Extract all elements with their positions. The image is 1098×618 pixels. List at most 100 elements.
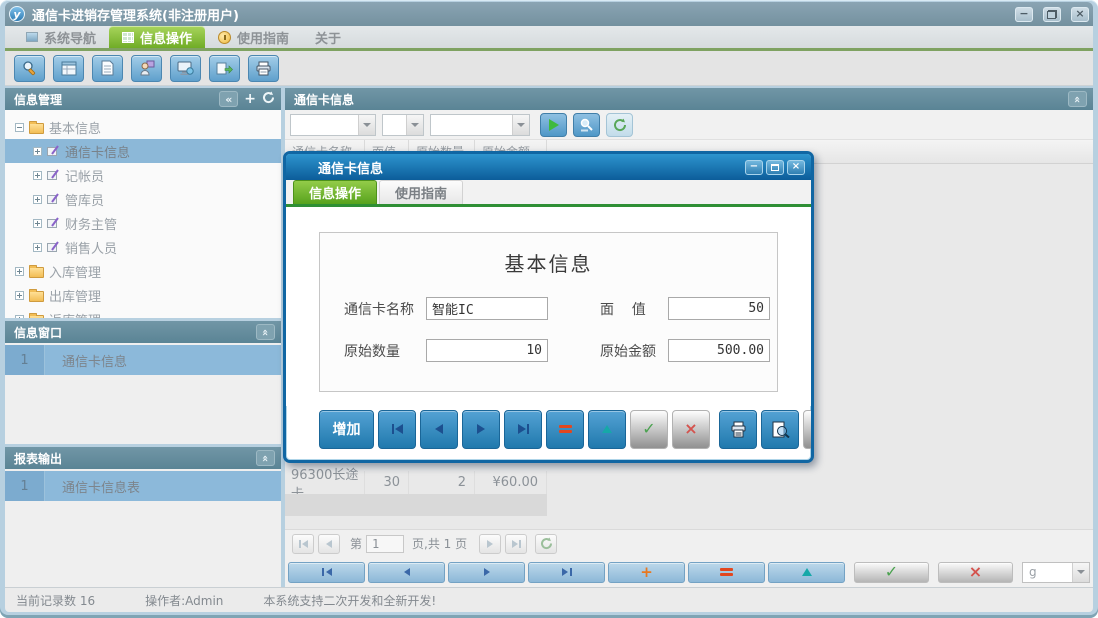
- expand-node-icon[interactable]: [33, 219, 42, 228]
- expand-node-icon[interactable]: [33, 243, 42, 252]
- confirm-button[interactable]: ✓: [854, 562, 929, 583]
- last-record-button[interactable]: [528, 562, 605, 583]
- table-row[interactable]: 96300长途卡 30 2 ¥60.00: [285, 471, 1093, 494]
- printer-icon: [255, 61, 272, 76]
- list-item[interactable]: 1 通信卡信息表: [5, 471, 281, 501]
- tree-item-basic-info[interactable]: 基本信息: [5, 115, 281, 139]
- original-amount-input[interactable]: [668, 339, 770, 362]
- collapse-left-icon[interactable]: «: [219, 91, 238, 107]
- print-preview-button[interactable]: [761, 410, 799, 449]
- document-tool-button[interactable]: [92, 55, 123, 82]
- tree-item-finance-director[interactable]: 财务主管: [5, 211, 281, 235]
- last-record-button[interactable]: [504, 410, 542, 449]
- card-info-dialog: 通信卡信息 − × 信息操作 使用指南 基本信息 通信卡名称 面 值 原始数量 …: [283, 151, 814, 463]
- run-query-button[interactable]: [540, 113, 567, 137]
- tree-item-outbound-mgmt[interactable]: 出库管理: [5, 283, 281, 307]
- dialog-tab-user-guide[interactable]: 使用指南: [379, 180, 463, 204]
- form-icon: [61, 61, 77, 76]
- left-sidebar: 信息管理 « + 基本信息: [5, 88, 281, 587]
- add-record-button[interactable]: +: [608, 562, 685, 583]
- tree-item-return-mgmt[interactable]: 返库管理: [5, 307, 281, 318]
- reload-page-button[interactable]: [535, 534, 557, 554]
- expand-node-icon[interactable]: [15, 315, 24, 319]
- tree-item-inbound-mgmt[interactable]: 入库管理: [5, 259, 281, 283]
- filter-value-select[interactable]: [430, 114, 530, 136]
- next-record-button[interactable]: [448, 562, 525, 583]
- filter-field-select[interactable]: [290, 114, 376, 136]
- user-tool-button[interactable]: [131, 55, 162, 82]
- edit-record-button[interactable]: [768, 562, 845, 583]
- tree-item-card-info[interactable]: 通信卡信息: [5, 139, 281, 163]
- tree-item-warehouse-keeper[interactable]: 管库员: [5, 187, 281, 211]
- execute-button[interactable]: [803, 410, 814, 449]
- filter-operator-select[interactable]: [382, 114, 424, 136]
- cell-card-name: 96300长途卡: [285, 471, 365, 494]
- dialog-minimize-button[interactable]: −: [745, 160, 763, 175]
- export-tool-button[interactable]: [209, 55, 240, 82]
- collapse-panel-icon[interactable]: «: [1068, 91, 1087, 107]
- tab-user-guide[interactable]: 使用指南: [205, 26, 302, 48]
- last-page-button[interactable]: [505, 534, 527, 554]
- search-button[interactable]: [573, 113, 600, 137]
- card-name-input[interactable]: [426, 297, 548, 320]
- list-item[interactable]: 1 通信卡信息: [5, 345, 281, 375]
- page-label: 第: [350, 535, 362, 552]
- footer-dropdown[interactable]: g: [1022, 562, 1090, 583]
- edit-record-button[interactable]: [588, 410, 626, 449]
- cancel-button[interactable]: ×: [938, 562, 1013, 583]
- expand-node-icon[interactable]: [33, 147, 42, 156]
- tab-about[interactable]: 关于: [302, 26, 354, 48]
- dialog-close-button[interactable]: ×: [787, 160, 805, 175]
- form-tool-button[interactable]: [53, 55, 84, 82]
- next-record-button[interactable]: [462, 410, 500, 449]
- monitor-tool-button[interactable]: [170, 55, 201, 82]
- expand-node-icon[interactable]: [33, 171, 42, 180]
- refresh-button[interactable]: [606, 113, 633, 137]
- face-value-input[interactable]: [668, 297, 770, 320]
- restore-button[interactable]: [1043, 7, 1061, 22]
- cancel-button[interactable]: ×: [672, 410, 710, 449]
- prev-page-button[interactable]: [318, 534, 340, 554]
- save-button[interactable]: ✓: [630, 410, 668, 449]
- collapse-panel-icon[interactable]: «: [256, 324, 275, 340]
- prev-record-button[interactable]: [420, 410, 458, 449]
- first-page-button[interactable]: [292, 534, 314, 554]
- selected-empty-row[interactable]: [285, 494, 547, 516]
- x-icon: ×: [969, 564, 982, 580]
- collapse-panel-icon[interactable]: «: [256, 450, 275, 466]
- printer-tool-button[interactable]: [248, 55, 279, 82]
- tab-info-operation[interactable]: 信息操作: [109, 26, 205, 48]
- close-button[interactable]: ×: [1071, 7, 1089, 22]
- row-label: 通信卡信息: [45, 351, 127, 370]
- collapse-node-icon[interactable]: [15, 123, 24, 132]
- original-qty-input[interactable]: [426, 339, 548, 362]
- panel-title: 报表输出: [14, 450, 62, 467]
- expand-node-icon[interactable]: [15, 267, 24, 276]
- search-tool-button[interactable]: [14, 55, 45, 82]
- expand-node-icon[interactable]: [15, 291, 24, 300]
- dialog-tab-info-operation[interactable]: 信息操作: [293, 180, 377, 204]
- operator-text: 操作者:Admin: [145, 592, 223, 609]
- dialog-maximize-button[interactable]: [766, 160, 784, 175]
- next-page-button[interactable]: [479, 534, 501, 554]
- tree-item-sales-staff[interactable]: 销售人员: [5, 235, 281, 259]
- expand-node-icon[interactable]: [33, 195, 42, 204]
- delete-record-button[interactable]: [546, 410, 584, 449]
- dialog-titlebar[interactable]: 通信卡信息 − ×: [286, 154, 811, 180]
- dialog-title: 通信卡信息: [318, 158, 383, 177]
- add-button[interactable]: 增加: [319, 410, 374, 449]
- prev-record-button[interactable]: [368, 562, 445, 583]
- add-node-icon[interactable]: +: [244, 92, 256, 106]
- triangle-up-icon: [802, 568, 812, 576]
- tree-item-bookkeeper[interactable]: 记帐员: [5, 163, 281, 187]
- refresh-tree-icon[interactable]: [262, 91, 275, 107]
- first-record-button[interactable]: [378, 410, 416, 449]
- minimize-button[interactable]: −: [1015, 7, 1033, 22]
- delete-record-button[interactable]: [688, 562, 765, 583]
- status-message: 本系统支持二次开发和全新开发!: [263, 592, 436, 609]
- page-number-input[interactable]: [366, 535, 404, 553]
- print-button[interactable]: [719, 410, 757, 449]
- first-record-button[interactable]: [288, 562, 365, 583]
- tab-system-nav[interactable]: 系统导航: [13, 26, 109, 48]
- system-nav-icon: [26, 32, 38, 42]
